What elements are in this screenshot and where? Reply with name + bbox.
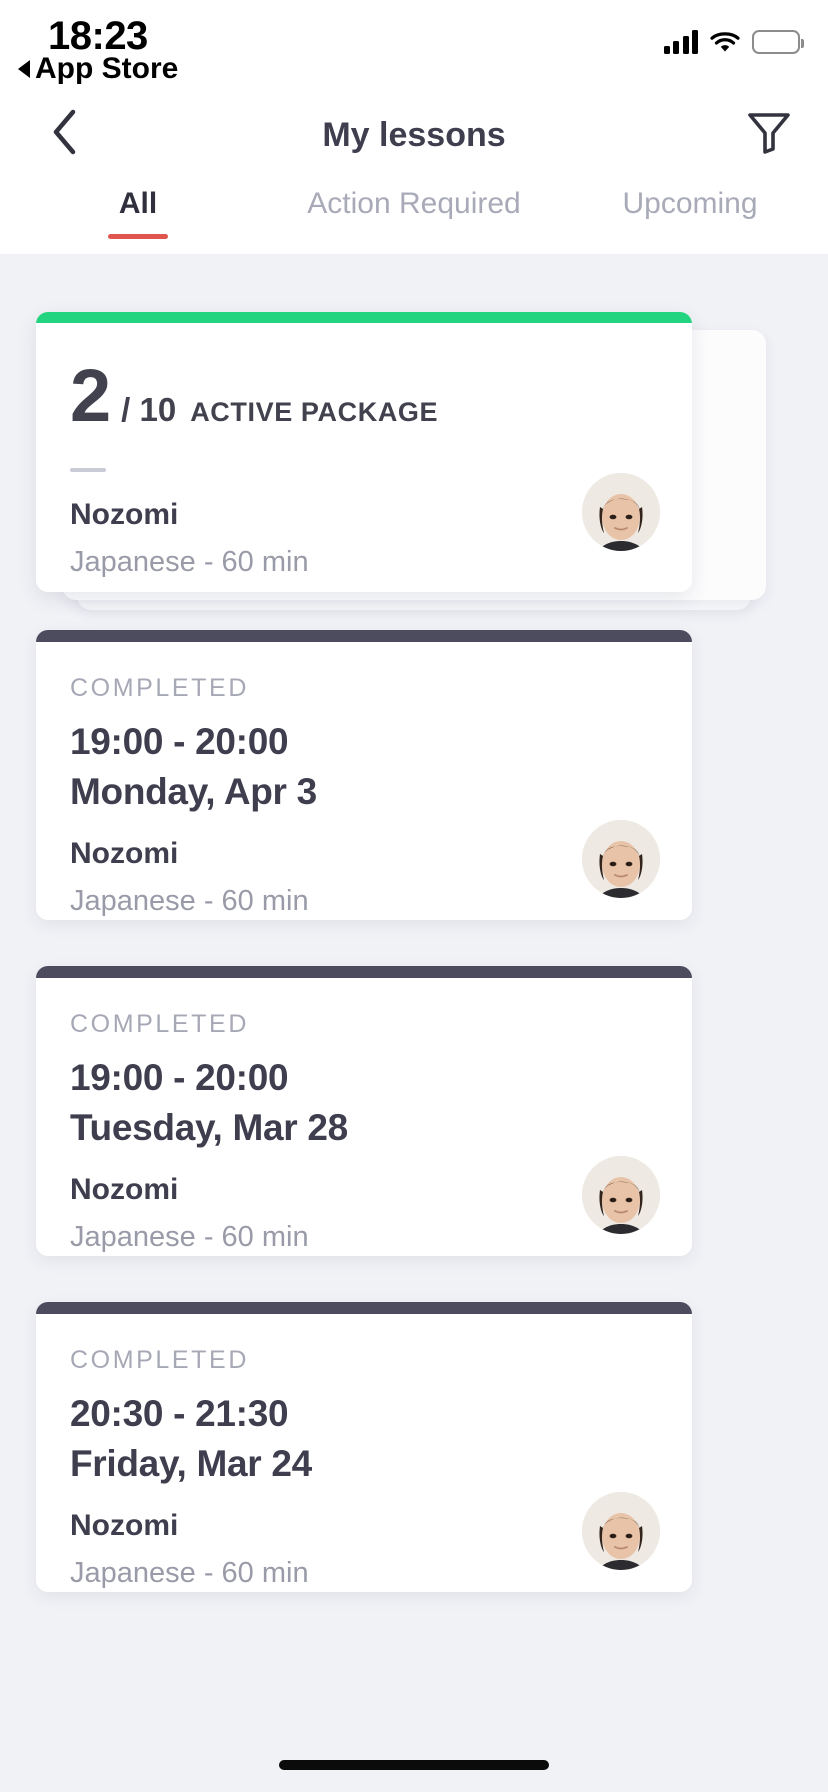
teacher-avatar-image <box>582 1156 660 1234</box>
tab-all-label: All <box>118 187 158 220</box>
teacher-avatar-image <box>582 1492 660 1570</box>
package-teacher-info: Nozomi Japanese - 60 min <box>70 498 658 579</box>
wifi-icon <box>710 30 740 54</box>
tab-upcoming-label: Upcoming <box>622 187 758 220</box>
lesson-teacher-avatar[interactable] <box>582 1156 660 1234</box>
navigation-bar: My lessons <box>0 92 828 169</box>
lesson-date: Friday, Mar 24 <box>70 1443 312 1484</box>
package-accent-bar <box>36 312 692 323</box>
triangle-left-icon <box>18 60 30 78</box>
lesson-status-bar <box>36 1302 692 1314</box>
lesson-list[interactable]: 2 / 10 ACTIVE PACKAGE Nozomi Japanese - … <box>0 254 828 1792</box>
package-lesson-type: Japanese - 60 min <box>70 545 309 578</box>
lesson-status: COMPLETED <box>70 1010 249 1038</box>
lesson-date: Monday, Apr 3 <box>70 771 317 812</box>
lesson-time: 19:00 - 20:00 <box>70 721 289 762</box>
phone-screen: 18:23 App Store My lessons All Action Re… <box>0 0 828 1792</box>
lesson-teacher-info: Nozomi Japanese - 60 min <box>70 1509 658 1590</box>
page-title: My lessons <box>322 116 506 154</box>
lesson-teacher-info: Nozomi Japanese - 60 min <box>70 837 658 918</box>
lesson-status: COMPLETED <box>70 1346 249 1374</box>
battery-icon <box>752 30 804 54</box>
lesson-card[interactable]: COMPLETED 19:00 - 20:00 Tuesday, Mar 28 … <box>36 966 692 1256</box>
lesson-teacher-info: Nozomi Japanese - 60 min <box>70 1173 658 1254</box>
lesson-type: Japanese - 60 min <box>70 1557 309 1589</box>
active-package-card[interactable]: 2 / 10 ACTIVE PACKAGE Nozomi Japanese - … <box>36 312 692 592</box>
lesson-teacher-name: Nozomi <box>70 1173 179 1206</box>
lesson-filter-tabs: All Action Required Upcoming <box>0 169 828 254</box>
lesson-teacher-name: Nozomi <box>70 837 179 870</box>
lesson-status: COMPLETED <box>70 674 249 702</box>
back-to-app-store-label: App Store <box>35 52 179 85</box>
active-package-stack: 2 / 10 ACTIVE PACKAGE Nozomi Japanese - … <box>0 284 828 614</box>
lesson-card[interactable]: COMPLETED 20:30 - 21:30 Friday, Mar 24 N… <box>36 1302 692 1592</box>
lesson-teacher-name: Nozomi <box>70 1509 179 1542</box>
lesson-teacher-avatar[interactable] <box>582 820 660 898</box>
package-teacher-avatar[interactable] <box>582 473 660 551</box>
package-label: ACTIVE PACKAGE <box>190 397 439 427</box>
package-total-count: / 10 <box>121 391 177 428</box>
lesson-date: Tuesday, Mar 28 <box>70 1107 348 1148</box>
back-to-app-store-link[interactable]: App Store <box>18 52 178 86</box>
teacher-avatar-image <box>582 820 660 898</box>
package-count: 2 / 10 ACTIVE PACKAGE <box>70 354 658 437</box>
lesson-type: Japanese - 60 min <box>70 1221 309 1253</box>
teacher-avatar-image <box>582 473 660 551</box>
lesson-card[interactable]: COMPLETED 19:00 - 20:00 Monday, Apr 3 No… <box>36 630 692 920</box>
tab-upcoming[interactable]: Upcoming <box>552 169 828 221</box>
package-divider <box>70 467 106 472</box>
cellular-signal-icon <box>663 30 698 54</box>
lesson-time: 19:00 - 20:00 <box>70 1057 289 1098</box>
funnel-filter-icon <box>748 113 790 154</box>
lesson-status-bar <box>36 966 692 978</box>
lesson-teacher-avatar[interactable] <box>582 1492 660 1570</box>
tab-all[interactable]: All <box>0 169 276 221</box>
home-indicator[interactable] <box>279 1760 549 1770</box>
lesson-status-bar <box>36 630 692 642</box>
filter-button[interactable] <box>736 104 802 160</box>
lesson-type: Japanese - 60 min <box>70 885 309 917</box>
status-bar: 18:23 App Store <box>0 0 828 92</box>
tab-action-required[interactable]: Action Required <box>276 169 552 221</box>
package-used-count: 2 <box>70 354 111 437</box>
lesson-time: 20:30 - 21:30 <box>70 1393 289 1434</box>
tab-action-required-label: Action Required <box>307 187 521 220</box>
status-bar-indicators <box>663 30 804 54</box>
package-teacher-name: Nozomi <box>70 497 179 531</box>
